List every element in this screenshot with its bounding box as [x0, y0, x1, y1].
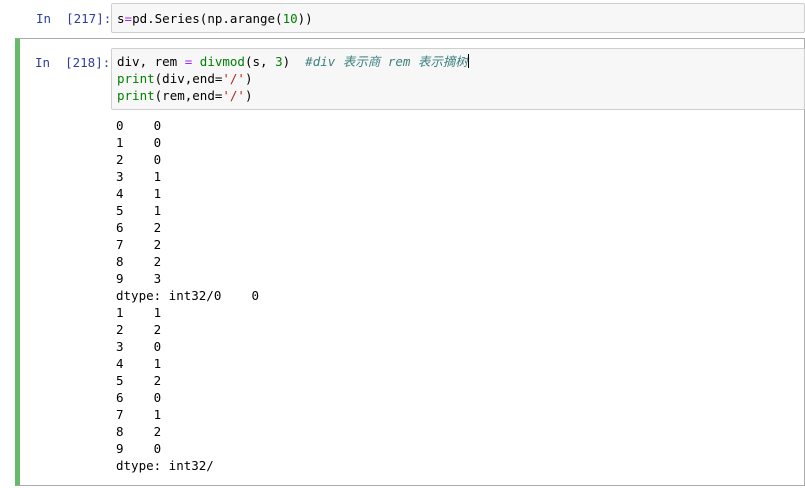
code-token: =	[124, 11, 133, 26]
code-token: ))	[297, 11, 313, 26]
cell-output: 0 0 1 0 2 0 3 1 4 1 5 1 6 2 7 2 8 2 9 3 dtype: int…	[116, 117, 259, 474]
output-line: 9 3	[116, 271, 162, 286]
output-line: 6 0	[116, 390, 162, 405]
input-prompt: In [218]:	[35, 55, 111, 70]
code-token: 3	[275, 54, 283, 69]
code-token: )	[244, 88, 253, 103]
code-token: 10	[282, 11, 298, 26]
output-line: 1 1	[116, 305, 162, 320]
output-line: 6 2	[116, 220, 162, 235]
code-token: '/'	[222, 71, 245, 86]
output-line: 1 0	[116, 135, 162, 150]
output-line: 4 1	[116, 356, 162, 371]
code-line: s=pd.Series(np.arange(10))	[117, 10, 313, 27]
code-token: pd.Series(np.arange(	[132, 11, 283, 26]
code-line: print(div,end='/')	[117, 70, 252, 87]
output-line: 2 0	[116, 152, 162, 167]
output-line: 7 1	[116, 407, 162, 422]
output-line: 2 2	[116, 322, 162, 337]
code-token: print	[117, 71, 155, 86]
output-line: 7 2	[116, 237, 162, 252]
code-cell-217[interactable]: In [217]: s=pd.Series(np.arange(10))	[0, 0, 805, 36]
output-line: 3 1	[116, 169, 162, 184]
code-token: (rem,end=	[154, 88, 223, 103]
code-token: (s,	[244, 54, 276, 69]
code-token: )	[282, 54, 306, 69]
code-editor[interactable]: s=pd.Series(np.arange(10))	[111, 3, 805, 33]
output-line: dtype: int32/	[116, 458, 214, 473]
code-token: print	[117, 88, 155, 103]
text-cursor	[467, 54, 469, 68]
output-line: 8 2	[116, 424, 162, 439]
code-line: print(rem,end='/')	[117, 87, 252, 104]
code-token: )	[244, 71, 253, 86]
code-editor[interactable]: div, rem = divmod(s, 3) #div 表示商 rem 表示摘…	[111, 48, 805, 110]
code-comment: #div 表示商 rem 表示摘树	[305, 54, 468, 69]
code-token: divmod	[192, 54, 245, 69]
output-line: 5 2	[116, 373, 162, 388]
output-line: dtype: int32/0 0	[116, 288, 259, 303]
output-line: 4 1	[116, 186, 162, 201]
output-line: 3 0	[116, 339, 162, 354]
code-token: (div,end=	[154, 71, 223, 86]
code-cell-218-selected[interactable]: In [218]: div, rem = divmod(s, 3) #div 表…	[15, 38, 805, 486]
code-line: div, rem = divmod(s, 3) #div 表示商 rem 表示摘…	[117, 53, 469, 70]
code-token: s	[117, 11, 125, 26]
code-token: div, rem	[117, 54, 185, 69]
input-prompt: In [217]:	[36, 11, 112, 26]
output-line: 0 0	[116, 118, 162, 133]
output-line: 5 1	[116, 203, 162, 218]
code-token: '/'	[222, 88, 245, 103]
output-line: 9 0	[116, 441, 162, 456]
output-line: 8 2	[116, 254, 162, 269]
